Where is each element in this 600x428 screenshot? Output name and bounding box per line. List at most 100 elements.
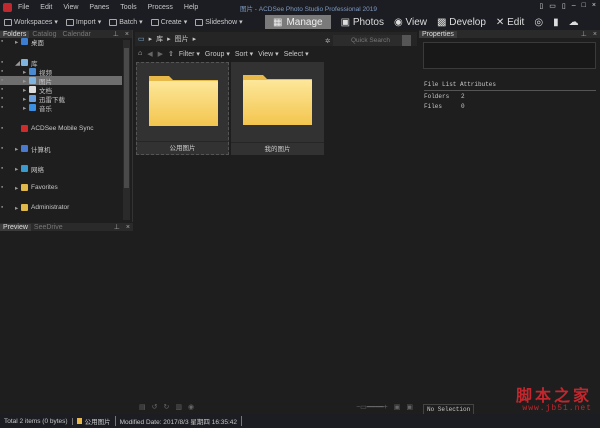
menu-panes[interactable]: Panes [89,4,109,11]
visibility-icon[interactable]: ▪ [1,104,5,111]
tree-item[interactable]: ▪ ▸ 迅雷下载 [0,94,122,104]
tab-preview[interactable]: Preview [0,223,31,231]
sort-label: Sort [234,50,248,58]
gear-icon[interactable]: ✲ [325,37,330,45]
mode-photos[interactable]: ▣ Photos [341,17,384,28]
app-logo-icon [3,2,12,12]
status-folder-name: 公用图片 [84,419,111,426]
menu-process[interactable]: Process [148,4,173,11]
forward-icon[interactable]: ▶ [158,50,163,58]
mode-develop[interactable]: ▩ Develop [437,17,486,28]
dashboard-icon[interactable]: ▮ [553,17,559,28]
file-tile[interactable]: 我的图片 [231,62,324,155]
properties-title[interactable]: Properties [419,30,457,38]
menu-tools[interactable]: Tools [120,4,136,11]
status-modified: Modified Date: 2017/8/3 星期四 16:35:42 [116,416,243,426]
mode-photos-label: Photos [352,16,384,28]
workspaces-label: Workspaces [14,18,53,26]
info-icon[interactable]: ◉ [188,403,194,411]
tree-item[interactable]: ▪ ▸ 计算机 [0,144,122,154]
create-button[interactable]: Create ▾ [150,18,187,26]
visibility-icon[interactable]: ▪ [1,95,5,102]
pin-icon[interactable]: ⊥ [578,30,590,38]
preview-panel: Preview SeeDrive ⊥ × [0,223,133,414]
desktop-icon[interactable]: ▭ [138,35,145,43]
menu-edit[interactable]: Edit [40,4,52,11]
crumb-library[interactable]: 库 [156,34,163,44]
file-tile[interactable]: 公用图片 [136,62,229,155]
select-menu[interactable]: Select ▾ [284,50,309,58]
tree-item[interactable]: ▪ ▸ 音乐 [0,103,122,113]
tree-item-label: 网络 [31,166,44,174]
visibility-icon[interactable]: ▪ [1,145,5,152]
save-icon[interactable]: ▤ [139,403,146,411]
delete-icon[interactable]: ▥ [175,403,182,411]
watermark: 脚本之家 [515,388,592,405]
visibility-icon[interactable]: ▪ [1,59,5,66]
quick-search-input[interactable]: ✲ Quick Search [325,35,411,46]
import-icon [65,18,74,26]
visibility-icon[interactable]: ▪ [1,125,5,132]
tree-item[interactable]: ▪ ▸ Administrator [0,203,122,212]
import-button[interactable]: Import ▾ [65,18,101,26]
mode-manage[interactable]: ▦ Manage [265,15,331,29]
sort-menu[interactable]: Sort ▾ [235,50,253,58]
minimize-button[interactable]: – [572,2,576,10]
tree-item[interactable]: ▪ ▸ 桌面 [0,37,122,47]
search-dropdown-button[interactable] [402,35,411,46]
tree-item[interactable]: ▪ ACDSee Mobile Sync [0,124,122,133]
batch-button[interactable]: Batch ▾ [109,18,143,26]
tab-no-selection[interactable]: No Selection [423,404,475,414]
pin-icon[interactable]: ⊥ [111,223,123,231]
view-menu[interactable]: View ▾ [258,50,279,58]
back-icon[interactable]: ◀ [147,50,152,58]
tree-item[interactable]: ▪ ▸ 网络 [0,164,122,174]
close-button[interactable]: × [592,2,596,10]
crumb-pictures[interactable]: 图片 [175,34,189,44]
up-icon[interactable]: ⇧ [168,50,174,58]
zoom-slider[interactable]: −▭━━━━+ [356,403,388,411]
online-icon[interactable]: ☁ [569,17,579,28]
thumb-size-icon[interactable]: ▣ [394,403,401,411]
tree-scrollbar-thumb[interactable] [124,48,129,188]
visibility-icon[interactable]: ▪ [1,77,5,84]
folder-icon [21,165,28,172]
edit-icon: ✕ [495,16,505,28]
panel-close-icon[interactable]: × [590,31,600,38]
visibility-icon[interactable]: ▪ [1,38,5,45]
layout3-icon[interactable]: ▯ [562,2,566,10]
visibility-icon[interactable]: ▪ [1,165,5,172]
rotate-right-icon[interactable]: ↻ [164,403,170,411]
maximize-button[interactable]: □ [582,2,586,10]
group-menu[interactable]: Group ▾ [205,50,230,58]
visibility-icon[interactable]: ▪ [1,68,5,75]
filter-menu[interactable]: Filter ▾ [179,50,200,58]
workspaces-button[interactable]: Workspaces ▾ [4,18,58,26]
tree-item[interactable]: ▪ ◢ 库 [0,58,122,68]
mode-edit[interactable]: ✕ Edit [496,17,524,28]
slideshow-button[interactable]: Slideshow ▾ [195,18,243,26]
tree-item-label: ACDSee Mobile Sync [31,125,94,132]
menu-help[interactable]: Help [184,4,198,11]
tree-item[interactable]: ▪ ▸ 图片 [0,76,122,86]
mode-view[interactable]: ◉ View [394,17,427,28]
visibility-icon[interactable]: ▪ [1,86,5,93]
panel-close-icon[interactable]: × [123,224,133,231]
home-icon[interactable]: ⌂ [138,50,142,57]
visibility-icon[interactable]: ▪ [1,184,5,191]
tree-item[interactable]: ▪ ▸ Favorites [0,183,122,192]
mode-view-label: View [405,16,427,28]
mode-develop-label: Develop [449,16,486,28]
panel-close-icon[interactable]: × [122,31,132,38]
tree-item[interactable]: ▪ ▸ 视频 [0,67,122,77]
visibility-icon[interactable]: ▪ [1,204,5,211]
menu-file[interactable]: File [18,4,29,11]
folders-panel: Folders Catalog Calendar ⊥ × ▪ ▸ 桌面 ▪ ◢ 库 ▪ ▸ 视频… [0,30,133,222]
360-icon[interactable]: ◎ [534,17,543,28]
layout2-icon[interactable]: ▭ [549,2,556,10]
menu-view[interactable]: View [63,4,78,11]
thumb-size2-icon[interactable]: ▣ [406,403,413,411]
layout-icon[interactable]: ▯ [539,2,543,10]
rotate-left-icon[interactable]: ↺ [152,403,158,411]
tab-seedrive[interactable]: SeeDrive [31,224,66,231]
